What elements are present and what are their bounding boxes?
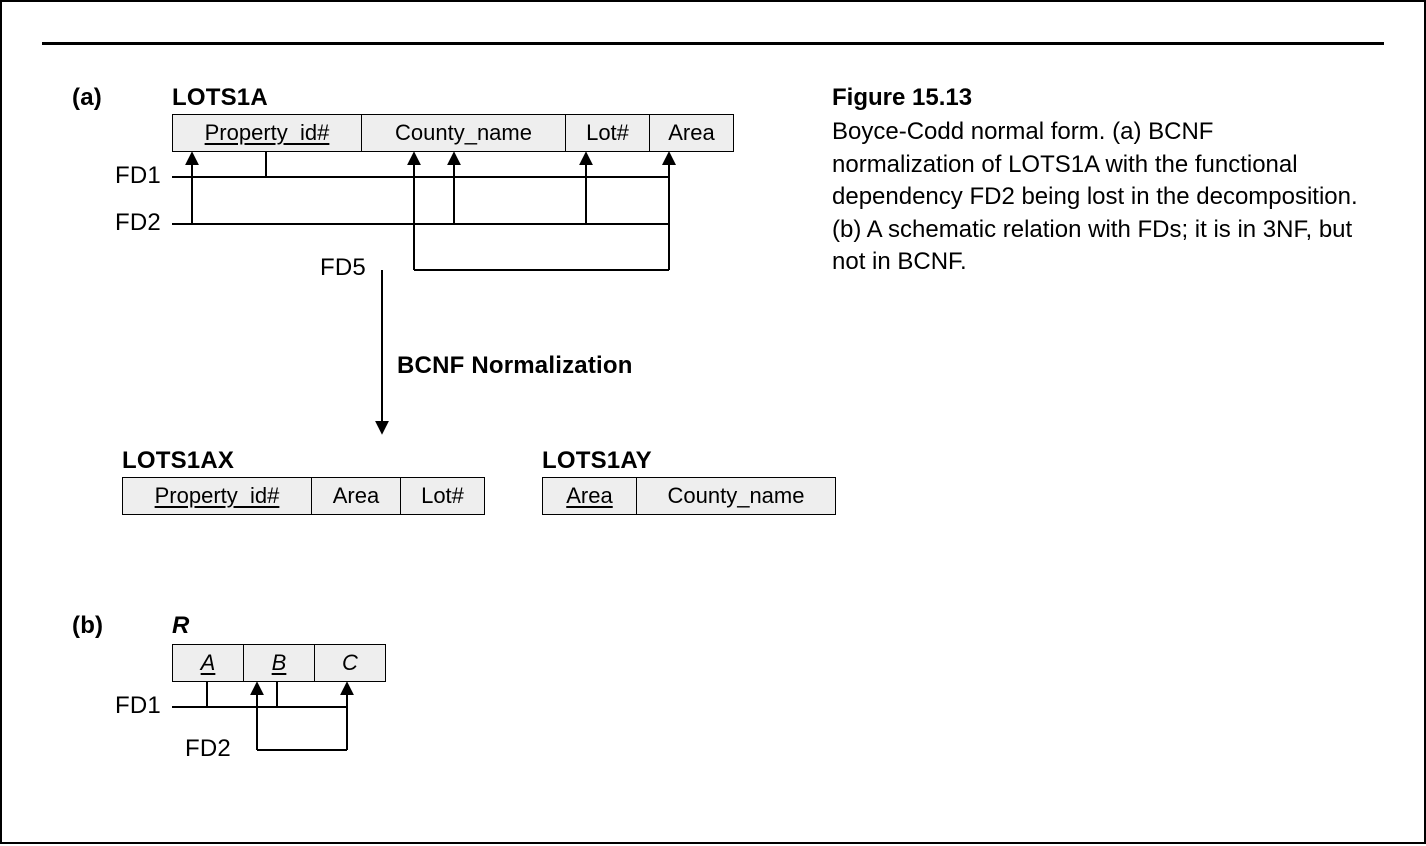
top-rule	[42, 42, 1384, 45]
lots1ay-county-name: County_name	[637, 478, 835, 514]
lots1a-area: Area	[650, 115, 733, 151]
fd1-label: FD1	[115, 162, 161, 190]
fd2-label: FD2	[115, 209, 161, 237]
lots1ax-title: LOTS1AX	[122, 447, 234, 475]
figure-caption-text: Boyce-Codd normal form. (a) BCNF normali…	[832, 118, 1358, 275]
figure-caption: Figure 15.13 Boyce-Codd normal form. (a)…	[832, 82, 1362, 278]
r-table: A B C	[172, 644, 386, 682]
lots1a-title: LOTS1A	[172, 84, 268, 112]
part-b-label: (b)	[72, 612, 103, 640]
r-fd1-label: FD1	[115, 692, 161, 720]
lots1a-table: Property_id# County_name Lot# Area	[172, 114, 734, 152]
lots1ay-table: Area County_name	[542, 477, 836, 515]
lots1ax-lot: Lot#	[401, 478, 484, 514]
part-a-label: (a)	[72, 84, 102, 112]
figure-container: (a) LOTS1A Property_id# County_name Lot#…	[0, 0, 1426, 844]
lots1ax-table: Property_id# Area Lot#	[122, 477, 485, 515]
r-attr-b: B	[244, 645, 315, 681]
figure-number: Figure 15.13	[832, 82, 1362, 114]
lots1a-lot: Lot#	[566, 115, 650, 151]
lots1ay-area: Area	[543, 478, 637, 514]
lots1a-county-name: County_name	[362, 115, 566, 151]
fd5-label: FD5	[320, 254, 366, 282]
r-fd2	[257, 684, 347, 750]
r-attr-a: A	[173, 645, 244, 681]
lots1ay-title: LOTS1AY	[542, 447, 652, 475]
lots1a-fd5	[414, 154, 669, 270]
lots1a-property-id: Property_id#	[173, 115, 362, 151]
r-attr-c: C	[315, 645, 385, 681]
lots1ax-area: Area	[312, 478, 401, 514]
r-fd2-label: FD2	[185, 735, 231, 763]
r-fd1	[172, 681, 347, 707]
lots1a-fd1	[172, 151, 669, 177]
bcnf-normalization-label: BCNF Normalization	[397, 352, 633, 380]
r-title: R	[172, 612, 190, 640]
lots1a-fd2	[172, 154, 669, 224]
lots1ax-property-id: Property_id#	[123, 478, 312, 514]
